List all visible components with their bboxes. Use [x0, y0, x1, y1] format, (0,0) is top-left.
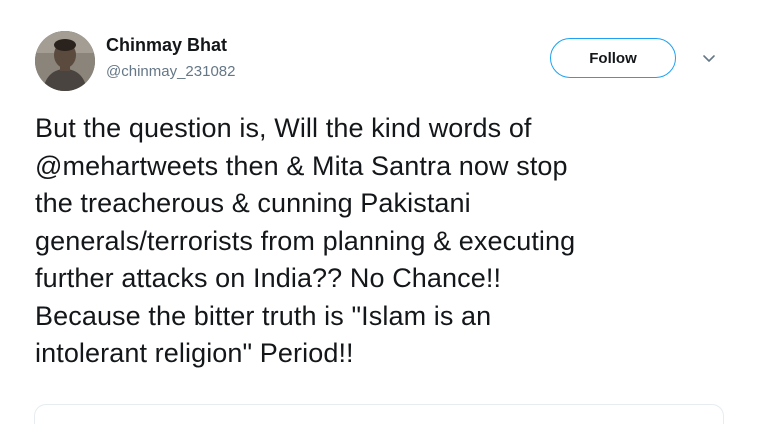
tweet-text-line: intolerant religion" Period!!: [35, 338, 354, 368]
display-name[interactable]: Chinmay Bhat: [106, 35, 227, 56]
tweet-text-line: But the question is, Will the kind words…: [35, 113, 532, 143]
tweet-text: But the question is, Will the kind words…: [35, 110, 735, 373]
tweet-text-line: further attacks on India?? No Chance!!: [35, 263, 502, 293]
embedded-card-edge: [34, 404, 724, 424]
user-handle[interactable]: @chinmay_231082: [106, 63, 235, 80]
tweet-text-line: Because the bitter truth is "Islam is an: [35, 300, 492, 331]
follow-button[interactable]: Follow: [550, 38, 676, 78]
chevron-down-icon[interactable]: [700, 50, 718, 68]
tweet-text-line: generals/terrorists from planning & exec…: [35, 225, 576, 256]
tweet-text-line: @mehartweets then & Mita Santra now stop: [35, 150, 568, 181]
avatar[interactable]: [35, 31, 95, 91]
tweet-card: Chinmay Bhat @chinmay_231082 Follow But …: [0, 0, 759, 424]
profile-photo-icon: [35, 31, 95, 91]
tweet-text-line: the treacherous & cunning Pakistani: [35, 188, 471, 218]
